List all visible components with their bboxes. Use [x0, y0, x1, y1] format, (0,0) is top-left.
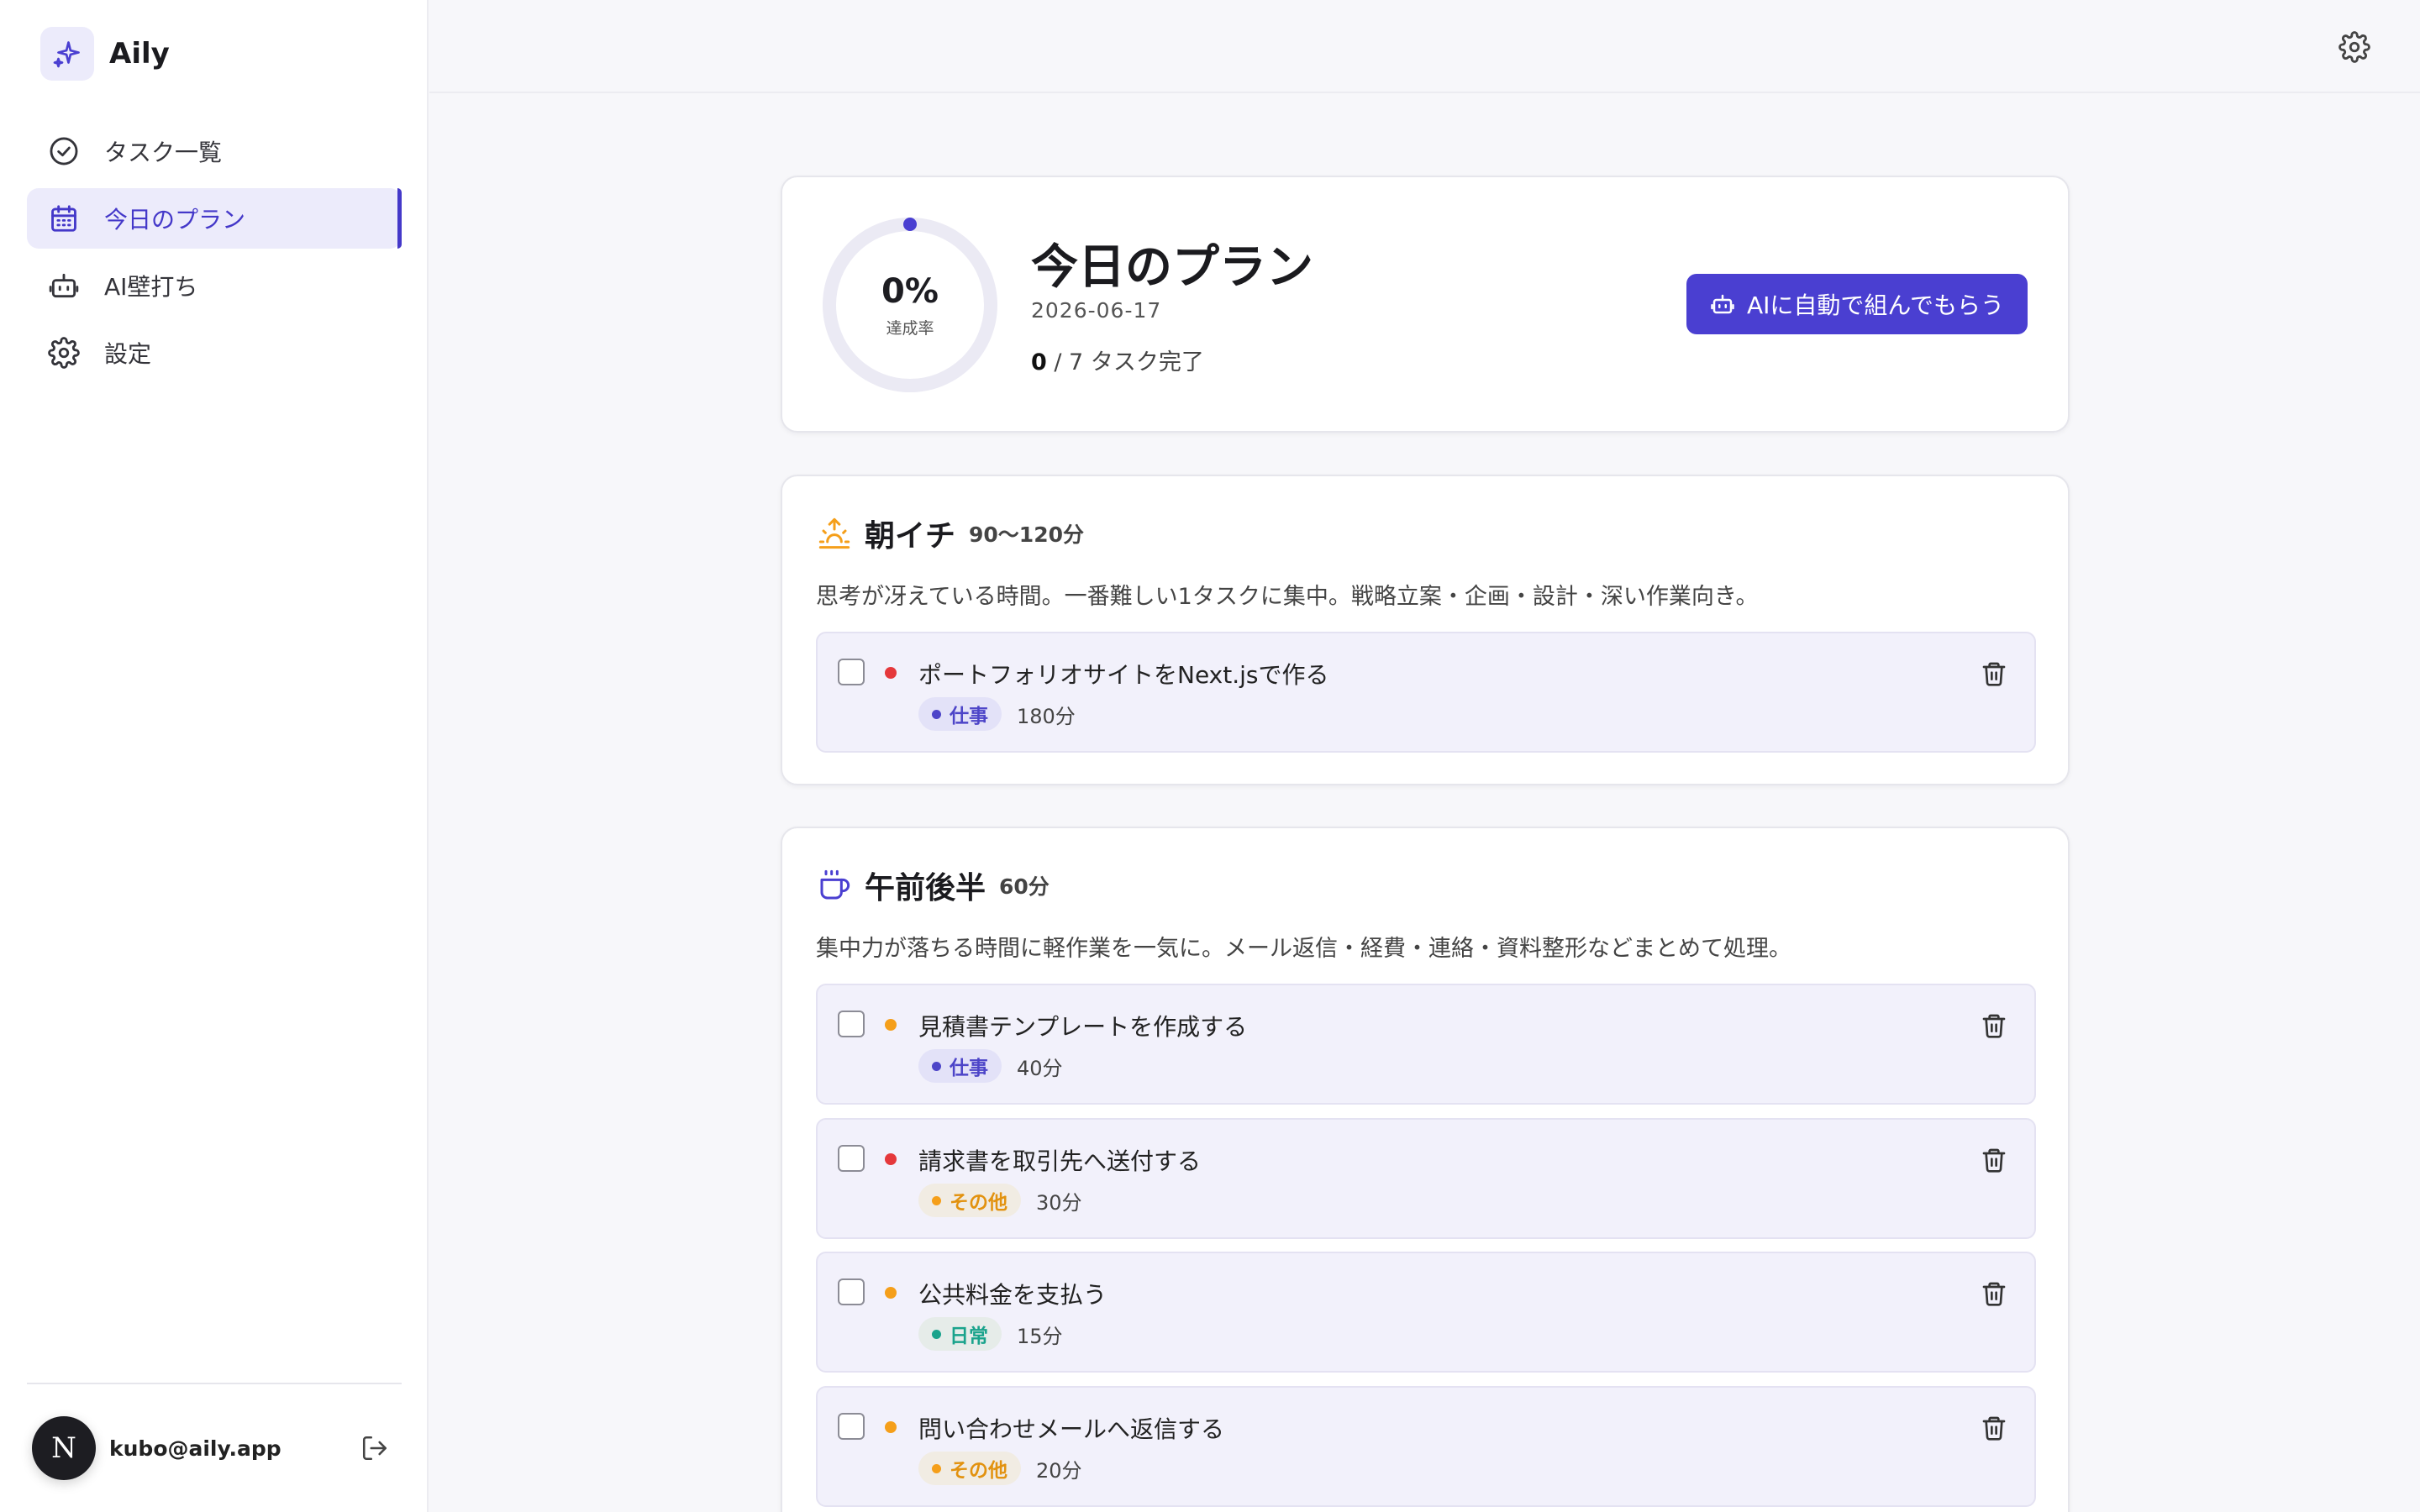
topbar	[429, 0, 2420, 93]
task-tag: 仕事	[918, 1049, 1002, 1083]
completion-percent: 0%	[881, 271, 939, 311]
task-meta: その他 20分	[918, 1452, 1082, 1485]
task-duration: 180分	[1017, 704, 1076, 728]
sidebar-nav: タスク一覧 今日のプラン AI壁打ち 設定	[27, 121, 402, 390]
task-item[interactable]: 見積書テンプレートを作成する 仕事 40分	[816, 984, 2036, 1105]
task-tag-label: その他	[950, 1192, 1007, 1214]
task-meta: 日常 15分	[918, 1317, 1063, 1351]
task-meta: 仕事 180分	[918, 697, 1076, 731]
app-name: Aily	[109, 37, 170, 71]
task-checkbox[interactable]	[838, 659, 865, 685]
plan-summary-card: 0% 達成率 今日のプラン 2026-06-17 0 / 7 タスク完了 AIに…	[781, 176, 2070, 433]
task-duration: 15分	[1017, 1324, 1063, 1348]
task-checkbox[interactable]	[838, 1145, 865, 1172]
section-description: 思考が冴えている時間。一番難しい1タスクに集中。戦略立案・企画・設計・深い作業向…	[816, 584, 1759, 610]
task-tag-label: 仕事	[950, 706, 988, 727]
bot-icon	[47, 269, 81, 302]
progress-ring: 0% 達成率	[821, 216, 999, 394]
section-title: 朝イチ	[865, 519, 956, 554]
task-item[interactable]: 公共料金を支払う 日常 15分	[816, 1252, 2036, 1373]
task-tag: 仕事	[918, 697, 1002, 731]
sidebar-item-label: 今日のプラン	[104, 206, 246, 234]
sidebar-item-label: タスク一覧	[104, 139, 223, 166]
priority-medium-dot	[885, 1421, 897, 1433]
sidebar-item-settings[interactable]: 設定	[27, 323, 402, 383]
task-tag-label: 仕事	[950, 1058, 988, 1079]
task-item[interactable]: ポートフォリオサイトをNext.jsで作る 仕事 180分	[816, 632, 2036, 753]
brand[interactable]: Aily	[40, 27, 170, 81]
task-checkbox[interactable]	[838, 1413, 865, 1440]
sparkles-icon	[40, 27, 94, 81]
app-root: Aily タスク一覧 今日のプラン AI壁打ち 設定 N kubo@aily.a…	[0, 0, 2420, 1512]
task-checkbox[interactable]	[838, 1011, 865, 1037]
trash-icon[interactable]	[1977, 1143, 2011, 1177]
trash-icon[interactable]	[1977, 1277, 2011, 1310]
sunrise-icon	[816, 515, 853, 552]
user-email: kubo@aily.app	[109, 1436, 281, 1461]
task-title: 見積書テンプレートを作成する	[918, 1013, 1248, 1041]
total-text: / 7 タスク完了	[1046, 349, 1204, 375]
task-title: 公共料金を支払う	[918, 1281, 1107, 1309]
task-duration: 40分	[1017, 1056, 1063, 1080]
task-item[interactable]: 問い合わせメールへ返信する その他 20分	[816, 1386, 2036, 1507]
section-late-morning: 午前後半 60分 集中力が落ちる時間に軽作業を一気に。メール返信・経費・連絡・資…	[781, 827, 2070, 1512]
section-title: 午前後半	[865, 871, 986, 906]
priority-medium-dot	[885, 1287, 897, 1299]
task-tag-label: その他	[950, 1460, 1007, 1482]
ai-auto-plan-button[interactable]: AIに自動で組んでもらう	[1686, 274, 2028, 334]
sidebar-item-label: 設定	[104, 340, 152, 368]
task-tag-label: 日常	[950, 1326, 988, 1347]
priority-medium-dot	[885, 1019, 897, 1031]
section-header: 午前後半 60分	[816, 864, 1050, 907]
trash-icon[interactable]	[1977, 657, 2011, 690]
section-morning: 朝イチ 90〜120分 思考が冴えている時間。一番難しい1タスクに集中。戦略立案…	[781, 475, 2070, 785]
logout-icon[interactable]	[356, 1430, 393, 1467]
task-item[interactable]: 請求書を取引先へ送付する その他 30分	[816, 1118, 2036, 1239]
section-description: 集中力が落ちる時間に軽作業を一気に。メール返信・経費・連絡・資料整形などまとめて…	[816, 936, 1791, 962]
sidebar-item-today-plan[interactable]: 今日のプラン	[27, 188, 402, 249]
priority-high-dot	[885, 1153, 897, 1165]
task-title: 請求書を取引先へ送付する	[918, 1147, 1202, 1175]
done-count: 0	[1031, 349, 1047, 375]
calendar-icon	[47, 202, 81, 235]
section-header: 朝イチ 90〜120分	[816, 512, 1084, 555]
sidebar-item-tasks[interactable]: タスク一覧	[27, 121, 402, 181]
task-meta: その他 30分	[918, 1184, 1082, 1217]
task-meta: 仕事 40分	[918, 1049, 1063, 1083]
avatar[interactable]: N	[32, 1416, 96, 1480]
task-progress: 0 / 7 タスク完了	[1031, 344, 1204, 376]
trash-icon[interactable]	[1977, 1411, 2011, 1445]
section-duration: 90〜120分	[969, 522, 1084, 547]
completion-label: 達成率	[886, 318, 934, 338]
check-circle-icon	[47, 134, 81, 168]
task-duration: 30分	[1036, 1190, 1082, 1215]
coffee-icon	[816, 867, 853, 904]
settings-gear-icon[interactable]	[2336, 29, 2373, 66]
task-tag: 日常	[918, 1317, 1002, 1351]
gear-icon	[47, 336, 81, 370]
task-tag: その他	[918, 1452, 1021, 1485]
section-duration: 60分	[999, 874, 1050, 899]
task-title: 問い合わせメールへ返信する	[918, 1415, 1225, 1443]
task-tag: その他	[918, 1184, 1021, 1217]
user-account: N kubo@aily.app	[32, 1416, 393, 1480]
sidebar-divider	[27, 1383, 402, 1384]
trash-icon[interactable]	[1977, 1009, 2011, 1042]
task-checkbox[interactable]	[838, 1278, 865, 1305]
page-title: 今日のプラン	[1031, 240, 1313, 295]
task-title: ポートフォリオサイトをNext.jsで作る	[918, 661, 1329, 689]
ai-auto-plan-label: AIに自動で組んでもらう	[1746, 291, 2004, 319]
sidebar-item-ai-chat[interactable]: AI壁打ち	[27, 255, 402, 316]
priority-high-dot	[885, 667, 897, 679]
plan-date: 2026-06-17	[1031, 298, 1162, 323]
bot-icon	[1710, 291, 1735, 317]
task-duration: 20分	[1036, 1458, 1082, 1483]
sidebar: Aily タスク一覧 今日のプラン AI壁打ち 設定 N kubo@aily.a…	[0, 0, 429, 1512]
sidebar-item-label: AI壁打ち	[104, 273, 198, 301]
